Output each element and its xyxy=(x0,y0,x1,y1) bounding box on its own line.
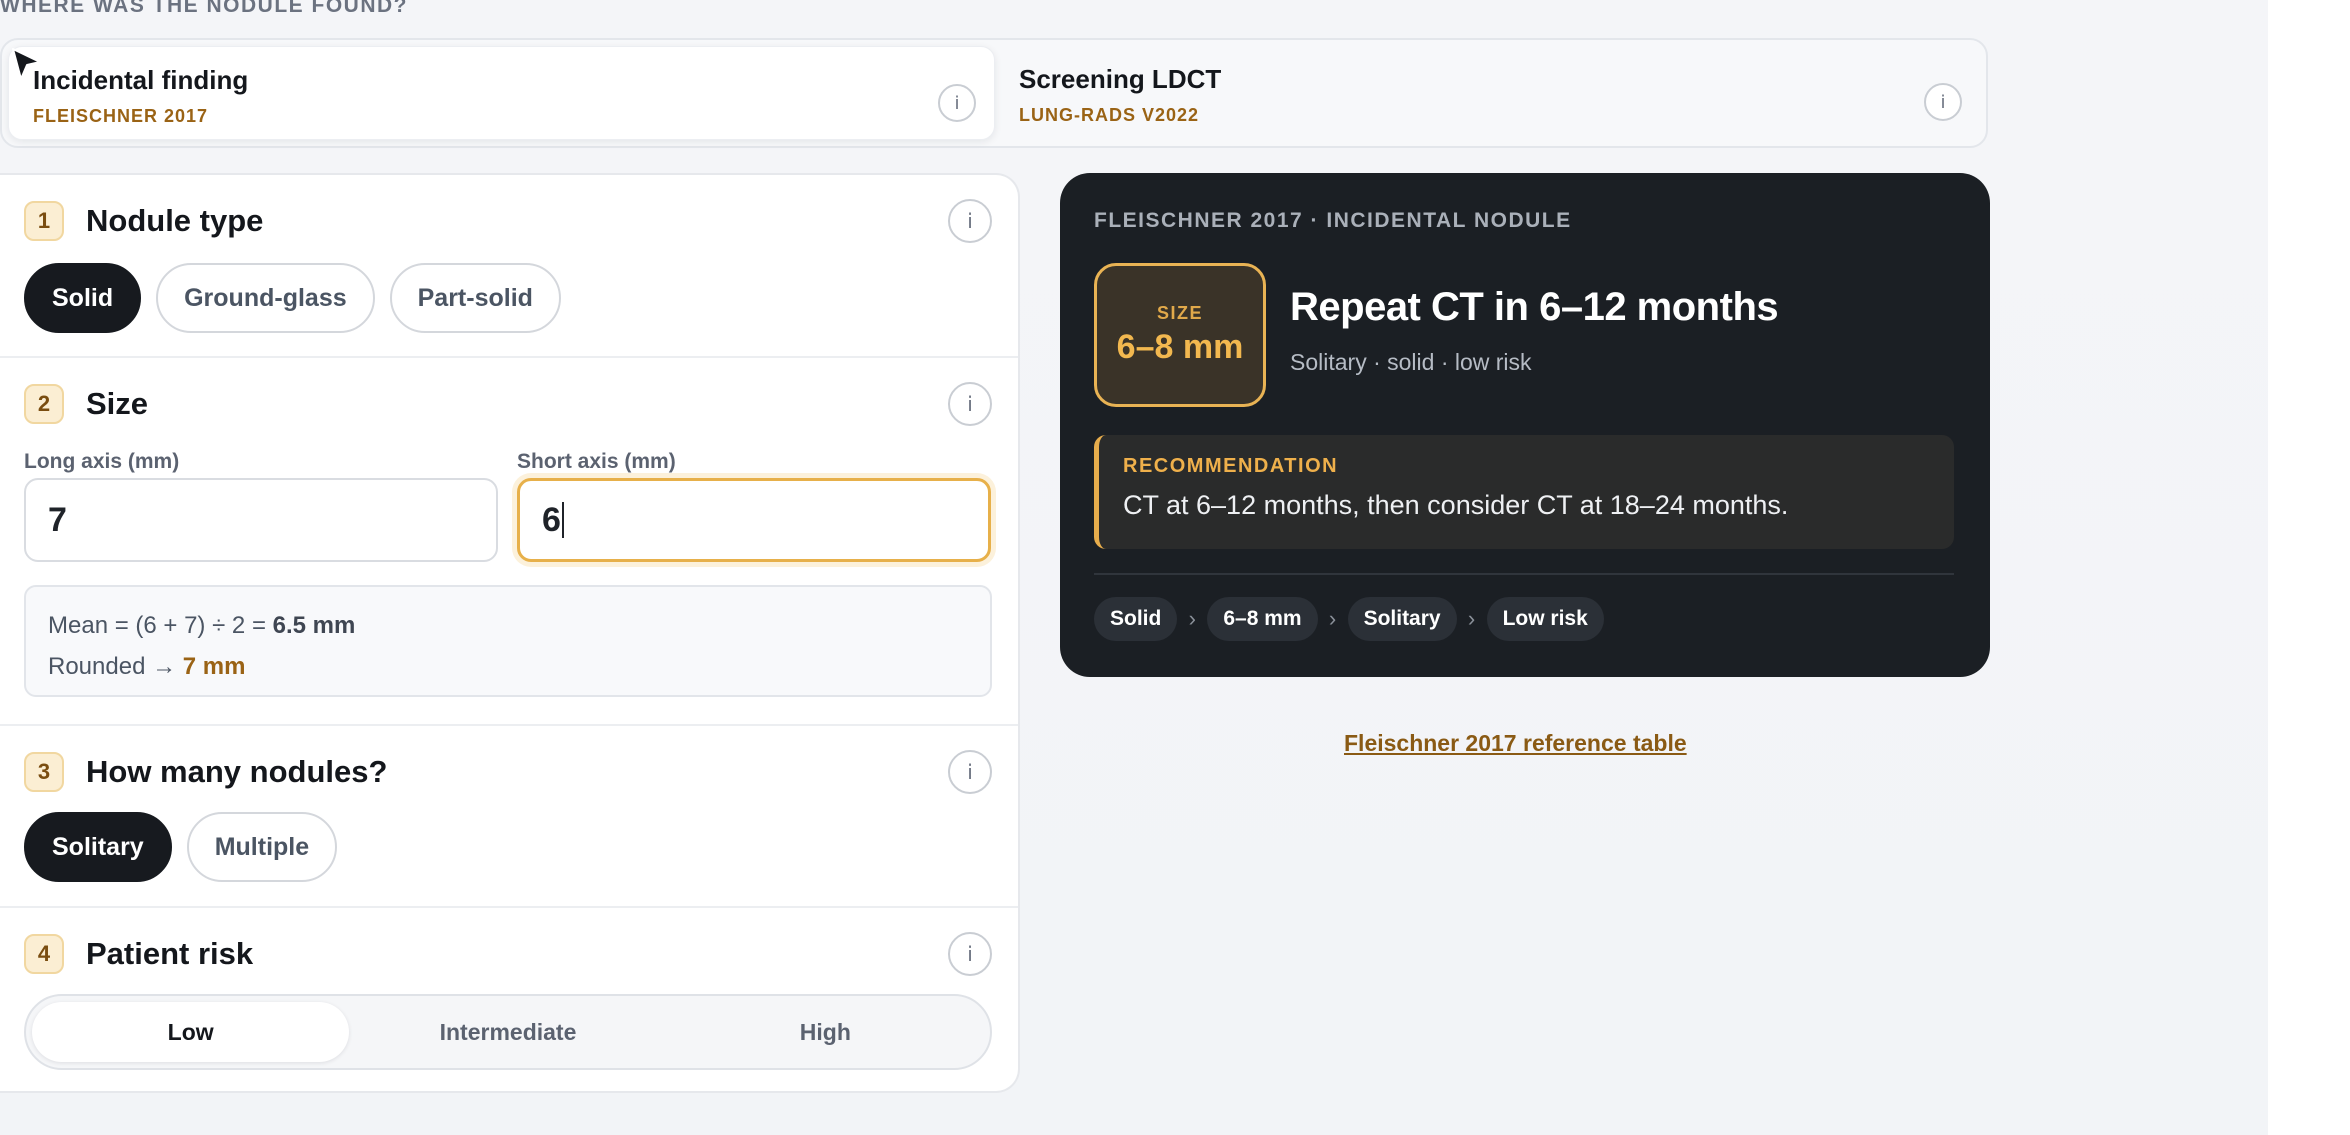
nodule-form-card: 1 Nodule type i Solid Ground-glass Part-… xyxy=(0,173,1020,1093)
mode-subtitle: FLEISCHNER 2017 xyxy=(33,106,209,126)
info-icon[interactable]: i xyxy=(948,382,992,426)
recommendation-label: RECOMMENDATION xyxy=(1123,455,1339,477)
chevron-right-icon: › xyxy=(1467,606,1476,631)
step-number: 1 xyxy=(24,201,64,241)
short-axis-input[interactable]: 6 xyxy=(517,478,991,562)
app-canvas: WHERE WAS THE NODULE FOUND? Incidental f… xyxy=(0,0,2268,1135)
reference-table-link[interactable]: Fleischner 2017 reference table xyxy=(1344,730,1687,757)
long-axis-input[interactable]: 7 xyxy=(24,478,498,562)
mode-toggle: Incidental finding FLEISCHNER 2017 i Scr… xyxy=(0,38,1988,148)
size-badge: SIZE 6–8 mm xyxy=(1094,263,1266,407)
crumb-risk: Low risk xyxy=(1486,597,1604,641)
step-header: 1 Nodule type xyxy=(24,201,263,241)
result-kicker: FLEISCHNER 2017 · INCIDENTAL NODULE xyxy=(1094,209,1572,232)
mean-line: Mean = (6 + 7) ÷ 2 = 6.5 mm xyxy=(48,605,968,646)
mouse-cursor-icon xyxy=(12,48,41,80)
crumb-count: Solitary xyxy=(1347,597,1457,641)
size-badge-value: 6–8 mm xyxy=(1116,328,1244,366)
option-intermediate[interactable]: Intermediate xyxy=(349,1002,666,1062)
option-solid[interactable]: Solid xyxy=(24,263,142,333)
recommendation-box: RECOMMENDATION CT at 6–12 months, then c… xyxy=(1094,435,1954,549)
step-title: Patient risk xyxy=(86,936,254,971)
mode-title: Screening LDCT xyxy=(1019,64,1222,94)
step-title: Size xyxy=(86,386,149,421)
crumb-type: Solid xyxy=(1094,597,1178,641)
long-axis-label: Long axis (mm) xyxy=(24,450,180,473)
option-ground-glass[interactable]: Ground-glass xyxy=(156,263,375,333)
risk-segmented-control: Low Intermediate High xyxy=(24,994,992,1070)
chevron-right-icon: › xyxy=(1188,606,1196,631)
step-nodule-type: 1 Nodule type i Solid Ground-glass Part-… xyxy=(0,175,1018,358)
section-label: WHERE WAS THE NODULE FOUND? xyxy=(0,0,408,17)
mode-screening-button[interactable]: Screening LDCT LUNG-RADS V2022 i xyxy=(995,46,1980,140)
step-header: 4 Patient risk xyxy=(24,934,253,974)
text-caret xyxy=(561,502,564,538)
mean-prefix: Mean = (6 + 7) ÷ 2 = xyxy=(48,612,273,639)
option-multiple[interactable]: Multiple xyxy=(186,812,338,882)
step-title: How many nodules? xyxy=(86,754,388,789)
step-title: Nodule type xyxy=(86,203,264,238)
step-nodule-count: 3 How many nodules? i Solitary Multiple xyxy=(0,726,1018,908)
short-axis-value: 6 xyxy=(542,500,561,539)
result-subtitle: Solitary · solid · low risk xyxy=(1290,349,1532,375)
step-size: 2 Size i Long axis (mm) 7 Short axis (mm… xyxy=(0,358,1018,726)
short-axis-label: Short axis (mm) xyxy=(517,450,676,473)
result-title: Repeat CT in 6–12 months xyxy=(1290,285,1779,329)
info-icon[interactable]: i xyxy=(948,932,992,976)
step-header: 3 How many nodules? xyxy=(24,752,387,792)
recommendation-text: CT at 6–12 months, then consider CT at 1… xyxy=(1123,490,1789,520)
rounded-value: 7 mm xyxy=(182,653,246,680)
step-number: 4 xyxy=(24,934,64,974)
step-patient-risk: 4 Patient risk i Low Intermediate High xyxy=(0,908,1018,1091)
mode-subtitle: LUNG-RADS V2022 xyxy=(1019,105,1200,125)
nodule-count-options: Solitary Multiple xyxy=(24,812,338,882)
divider xyxy=(1094,573,1954,575)
option-low[interactable]: Low xyxy=(32,1002,350,1062)
crumb-size: 6–8 mm xyxy=(1207,597,1318,641)
size-badge-label: SIZE xyxy=(1156,303,1203,323)
info-icon[interactable]: i xyxy=(1924,83,1962,121)
nodule-type-options: Solid Ground-glass Part-solid xyxy=(24,263,561,333)
rounded-line: Rounded → 7 mm xyxy=(48,646,968,687)
long-axis-value: 7 xyxy=(48,500,67,539)
mode-title: Incidental finding xyxy=(33,65,249,95)
result-card: FLEISCHNER 2017 · INCIDENTAL NODULE SIZE… xyxy=(1060,173,1990,677)
result-breadcrumb: Solid › 6–8 mm › Solitary › Low risk xyxy=(1094,597,1604,641)
info-icon[interactable]: i xyxy=(938,84,976,122)
option-solitary[interactable]: Solitary xyxy=(24,812,172,882)
chevron-right-icon: › xyxy=(1328,606,1337,631)
mean-value: 6.5 mm xyxy=(272,612,356,639)
rounded-prefix: Rounded → xyxy=(48,653,183,680)
option-high[interactable]: High xyxy=(667,1002,984,1062)
step-header: 2 Size xyxy=(24,384,148,424)
step-number: 3 xyxy=(24,752,64,792)
mode-incidental-button[interactable]: Incidental finding FLEISCHNER 2017 i xyxy=(8,46,995,140)
info-icon[interactable]: i xyxy=(948,199,992,243)
size-calculation: Mean = (6 + 7) ÷ 2 = 6.5 mm Rounded → 7 … xyxy=(24,585,992,697)
option-part-solid[interactable]: Part-solid xyxy=(389,263,561,333)
info-icon[interactable]: i xyxy=(948,750,992,794)
step-number: 2 xyxy=(24,384,64,424)
